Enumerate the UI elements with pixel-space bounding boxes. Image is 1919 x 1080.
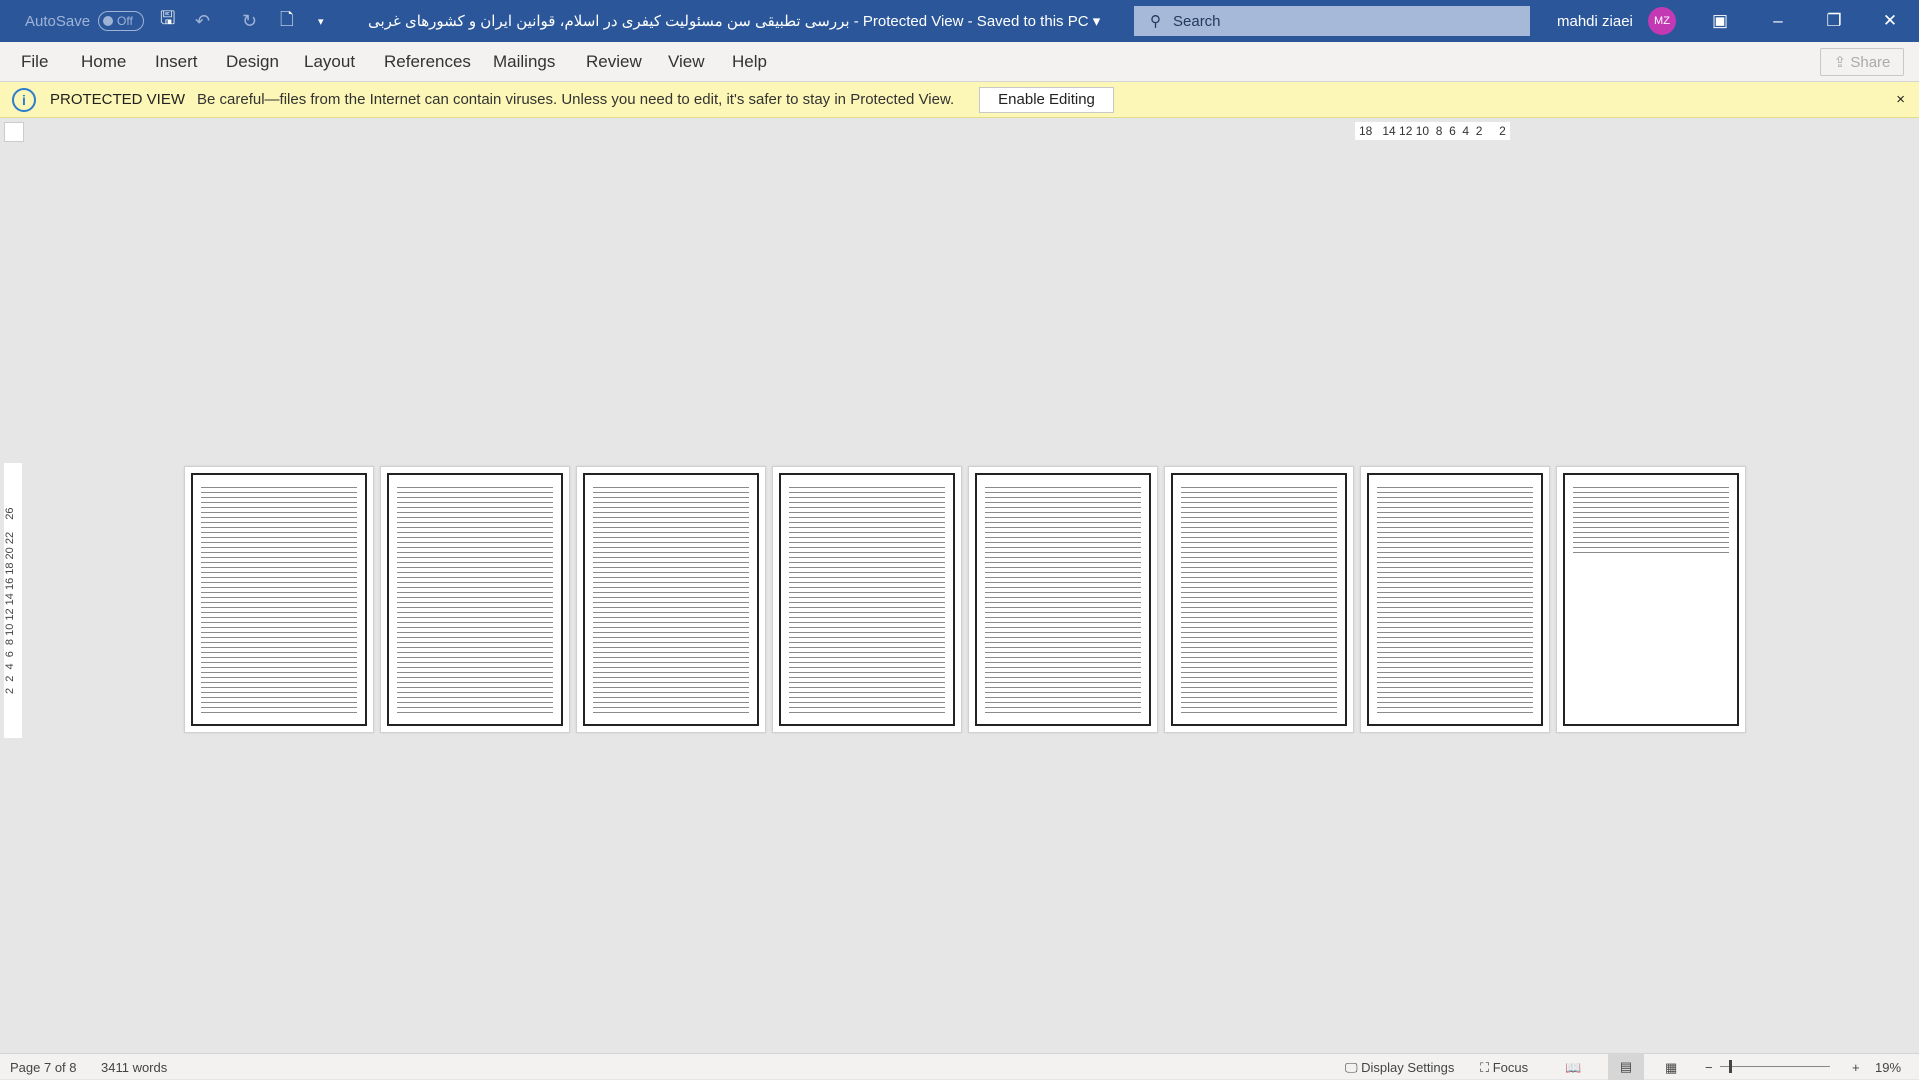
horizontal-ruler[interactable]: 18 14 12 10 8 6 4 2 2 [1355, 122, 1510, 140]
focus-icon: ⛶ [1480, 1060, 1493, 1075]
document-name: بررسی تطبیقی سن مسئولیت کیفری در اسلام، … [368, 13, 850, 30]
share-button[interactable]: ⇪ Share [1820, 48, 1904, 76]
share-icon: ⇪ [1833, 54, 1851, 71]
zoom-slider-thumb[interactable] [1729, 1060, 1732, 1073]
vertical-ruler[interactable]: 2 2 4 6 8 10 12 14 16 18 20 22 26 [4, 463, 22, 738]
document-page[interactable] [1360, 466, 1550, 733]
document-page[interactable] [968, 466, 1158, 733]
page-text [1573, 485, 1729, 554]
focus-label: Focus [1492, 1060, 1529, 1075]
page-border [583, 473, 759, 726]
document-page[interactable] [772, 466, 962, 733]
search-box[interactable]: ⚲ Search [1134, 6, 1530, 36]
tab-review[interactable]: Review [586, 52, 642, 72]
page-text [1377, 485, 1533, 714]
document-page[interactable] [576, 466, 766, 733]
avatar[interactable]: MZ [1648, 7, 1676, 35]
zoom-in-icon[interactable]: + [1852, 1060, 1860, 1075]
tab-help[interactable]: Help [732, 52, 767, 72]
new-document-icon[interactable]: 🗋 [280, 0, 294, 42]
page-count[interactable]: Page 7 of 8 [10, 1060, 77, 1075]
page-border [779, 473, 955, 726]
title-bar: AutoSave Off 🖫 ↶ ↻ 🗋 ▾ بررسی تطبیقی سن مس… [0, 0, 1919, 42]
page-border [191, 473, 367, 726]
page-border [1367, 473, 1543, 726]
tab-file[interactable]: File [21, 52, 48, 72]
save-status: - Protected View - Saved to this PC ▾ [853, 13, 1101, 30]
display-settings-button[interactable]: 🖵 Display Settings [1345, 1060, 1454, 1076]
protected-view-message: Be careful—files from the Internet can c… [197, 91, 955, 108]
tab-references[interactable]: References [384, 52, 471, 72]
page-text [1181, 485, 1337, 714]
page-text [593, 485, 749, 714]
zoom-level[interactable]: 19% [1875, 1060, 1901, 1075]
page-text [201, 485, 357, 714]
autosave-label: AutoSave [25, 12, 91, 30]
undo-icon[interactable]: ↶ [195, 0, 210, 42]
document-page[interactable] [1556, 466, 1746, 733]
page-text [397, 485, 553, 714]
document-page[interactable] [184, 466, 374, 733]
page-border [975, 473, 1151, 726]
page-border [387, 473, 563, 726]
save-icon[interactable]: 🖫 [160, 0, 175, 42]
document-page[interactable] [380, 466, 570, 733]
zoom-slider[interactable] [1720, 1060, 1830, 1073]
document-title[interactable]: بررسی تطبیقی سن مسئولیت کیفری در اسلام، … [368, 0, 1100, 42]
page-border [1171, 473, 1347, 726]
tab-design[interactable]: Design [226, 52, 279, 72]
enable-editing-button[interactable]: Enable Editing [979, 86, 1114, 113]
minimize-icon[interactable]: – [1750, 0, 1806, 42]
restore-icon[interactable]: ❐ [1806, 0, 1862, 42]
share-label: Share [1850, 53, 1891, 71]
tab-home[interactable]: Home [81, 52, 126, 72]
document-pages [184, 466, 1746, 733]
search-icon: ⚲ [1150, 13, 1161, 30]
ribbon-tabs: File Home Insert Design Layout Reference… [0, 42, 1919, 82]
tab-mailings[interactable]: Mailings [493, 52, 555, 72]
protected-view-label: PROTECTED VIEW [50, 91, 186, 108]
read-mode-icon[interactable]: 📖 [1565, 1060, 1581, 1076]
page-text [985, 485, 1141, 714]
protected-view-bar: i PROTECTED VIEW Be careful—files from t… [0, 82, 1919, 118]
focus-button[interactable]: ⛶ Focus [1480, 1060, 1528, 1076]
display-settings-label: Display Settings [1361, 1060, 1455, 1075]
word-count[interactable]: 3411 words [101, 1060, 167, 1075]
display-settings-icon: 🖵 [1345, 1060, 1362, 1075]
autosave-state[interactable]: Off [98, 11, 145, 31]
search-placeholder: Search [1173, 12, 1221, 30]
page-text [789, 485, 945, 714]
tab-selector[interactable] [4, 122, 24, 142]
redo-icon[interactable]: ↻ [242, 0, 257, 42]
close-bar-icon[interactable]: × [1896, 91, 1905, 108]
close-icon[interactable]: ✕ [1862, 0, 1918, 42]
page-border [1563, 473, 1739, 726]
document-page[interactable] [1164, 466, 1354, 733]
customize-toolbar-icon[interactable]: ▾ [318, 0, 324, 42]
info-shield-icon: i [12, 87, 36, 112]
tab-view[interactable]: View [668, 52, 705, 72]
tab-layout[interactable]: Layout [304, 52, 355, 72]
autosave-toggle[interactable]: AutoSave Off [25, 0, 145, 42]
ribbon-display-options-icon[interactable]: ▣ [1692, 0, 1748, 42]
user-name[interactable]: mahdi ziaei [1557, 0, 1633, 42]
zoom-out-icon[interactable]: − [1705, 1060, 1713, 1075]
print-layout-icon[interactable]: ▤ [1608, 1054, 1644, 1080]
tab-insert[interactable]: Insert [155, 52, 198, 72]
web-layout-icon[interactable]: ▦ [1665, 1060, 1677, 1076]
status-bar: Page 7 of 8 3411 words 🖵 Display Setting… [0, 1053, 1919, 1080]
